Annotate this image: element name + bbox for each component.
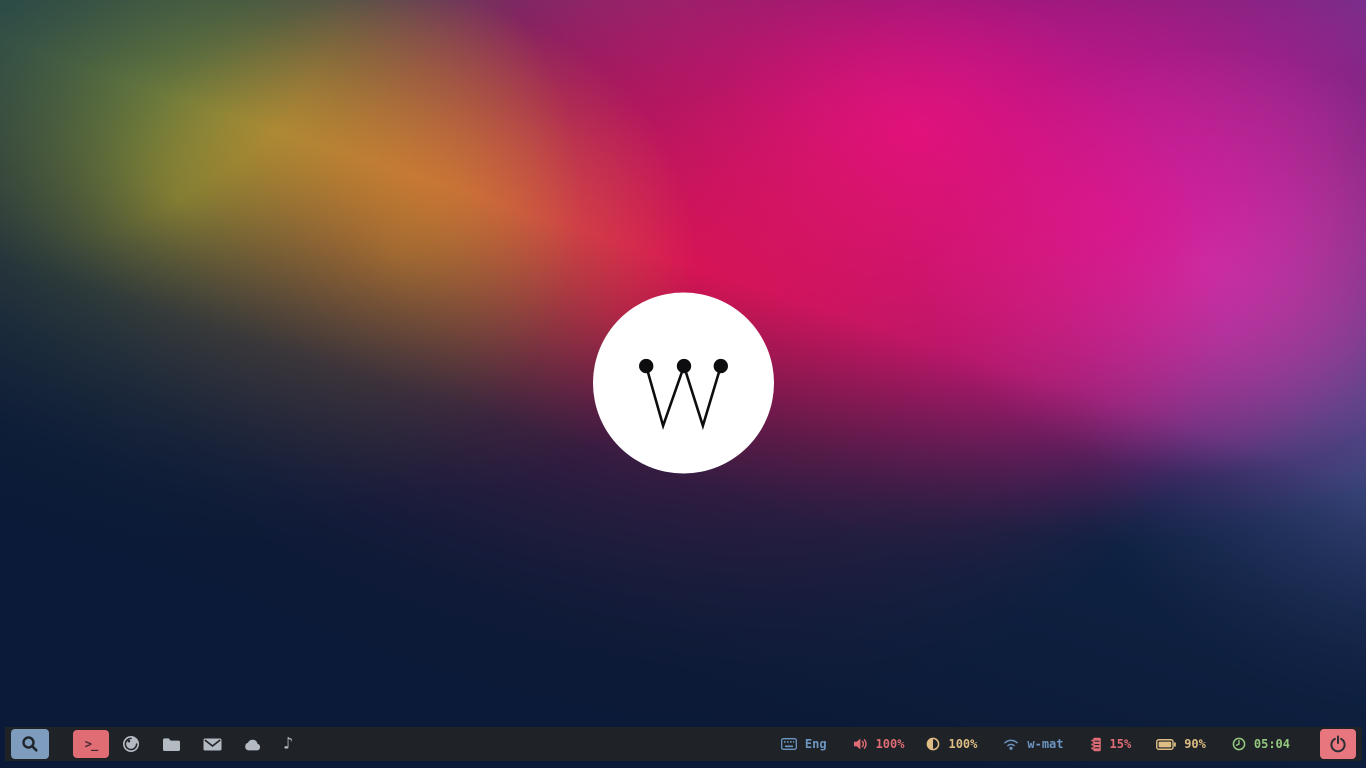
search-icon: [20, 734, 40, 754]
mail-launcher[interactable]: [203, 738, 222, 751]
cloud-launcher[interactable]: [243, 738, 262, 751]
power-icon: [1329, 735, 1347, 753]
brightness-module[interactable]: 100%: [926, 737, 977, 751]
battery-value: 90%: [1184, 737, 1206, 751]
volume-value: 100%: [876, 737, 905, 751]
memory-value: 15%: [1110, 737, 1132, 751]
keyboard-layout-module[interactable]: Eng: [781, 737, 827, 751]
folder-icon: [162, 737, 181, 752]
wifi-icon: [1003, 738, 1019, 750]
memory-module[interactable]: 15%: [1091, 737, 1132, 752]
clock-module[interactable]: 05:04: [1232, 737, 1290, 751]
taskbar: >_ ♪: [5, 727, 1362, 761]
power-button[interactable]: [1320, 729, 1356, 759]
status-area: Eng 100% 100% w-mat: [781, 729, 1362, 759]
volume-module[interactable]: 100%: [853, 737, 905, 751]
contrast-icon: [926, 737, 940, 751]
firefox-launcher[interactable]: [122, 735, 140, 753]
search-button[interactable]: [11, 729, 49, 759]
music-launcher[interactable]: ♪: [283, 736, 293, 753]
w-logo-icon: [592, 291, 775, 475]
chip-icon: [1091, 737, 1102, 752]
desktop-logo: [592, 291, 775, 475]
music-note-icon: ♪: [283, 736, 293, 753]
clock-value: 05:04: [1254, 737, 1290, 751]
files-launcher[interactable]: [162, 737, 181, 752]
launcher-group: >_ ♪: [5, 727, 293, 761]
keyboard-icon: [781, 738, 797, 750]
wifi-ssid-value: w-mat: [1027, 737, 1063, 751]
wifi-module[interactable]: w-mat: [1003, 737, 1063, 751]
brightness-value: 100%: [948, 737, 977, 751]
terminal-button[interactable]: >_: [73, 730, 109, 758]
keyboard-layout-value: Eng: [805, 737, 827, 751]
volume-icon: [853, 737, 868, 751]
firefox-icon: [122, 735, 140, 753]
cloud-icon: [243, 738, 262, 751]
mail-icon: [203, 738, 222, 751]
terminal-prompt-icon: >_: [85, 737, 97, 751]
battery-module[interactable]: 90%: [1156, 737, 1206, 751]
clock-icon: [1232, 737, 1246, 751]
battery-icon: [1156, 739, 1176, 750]
